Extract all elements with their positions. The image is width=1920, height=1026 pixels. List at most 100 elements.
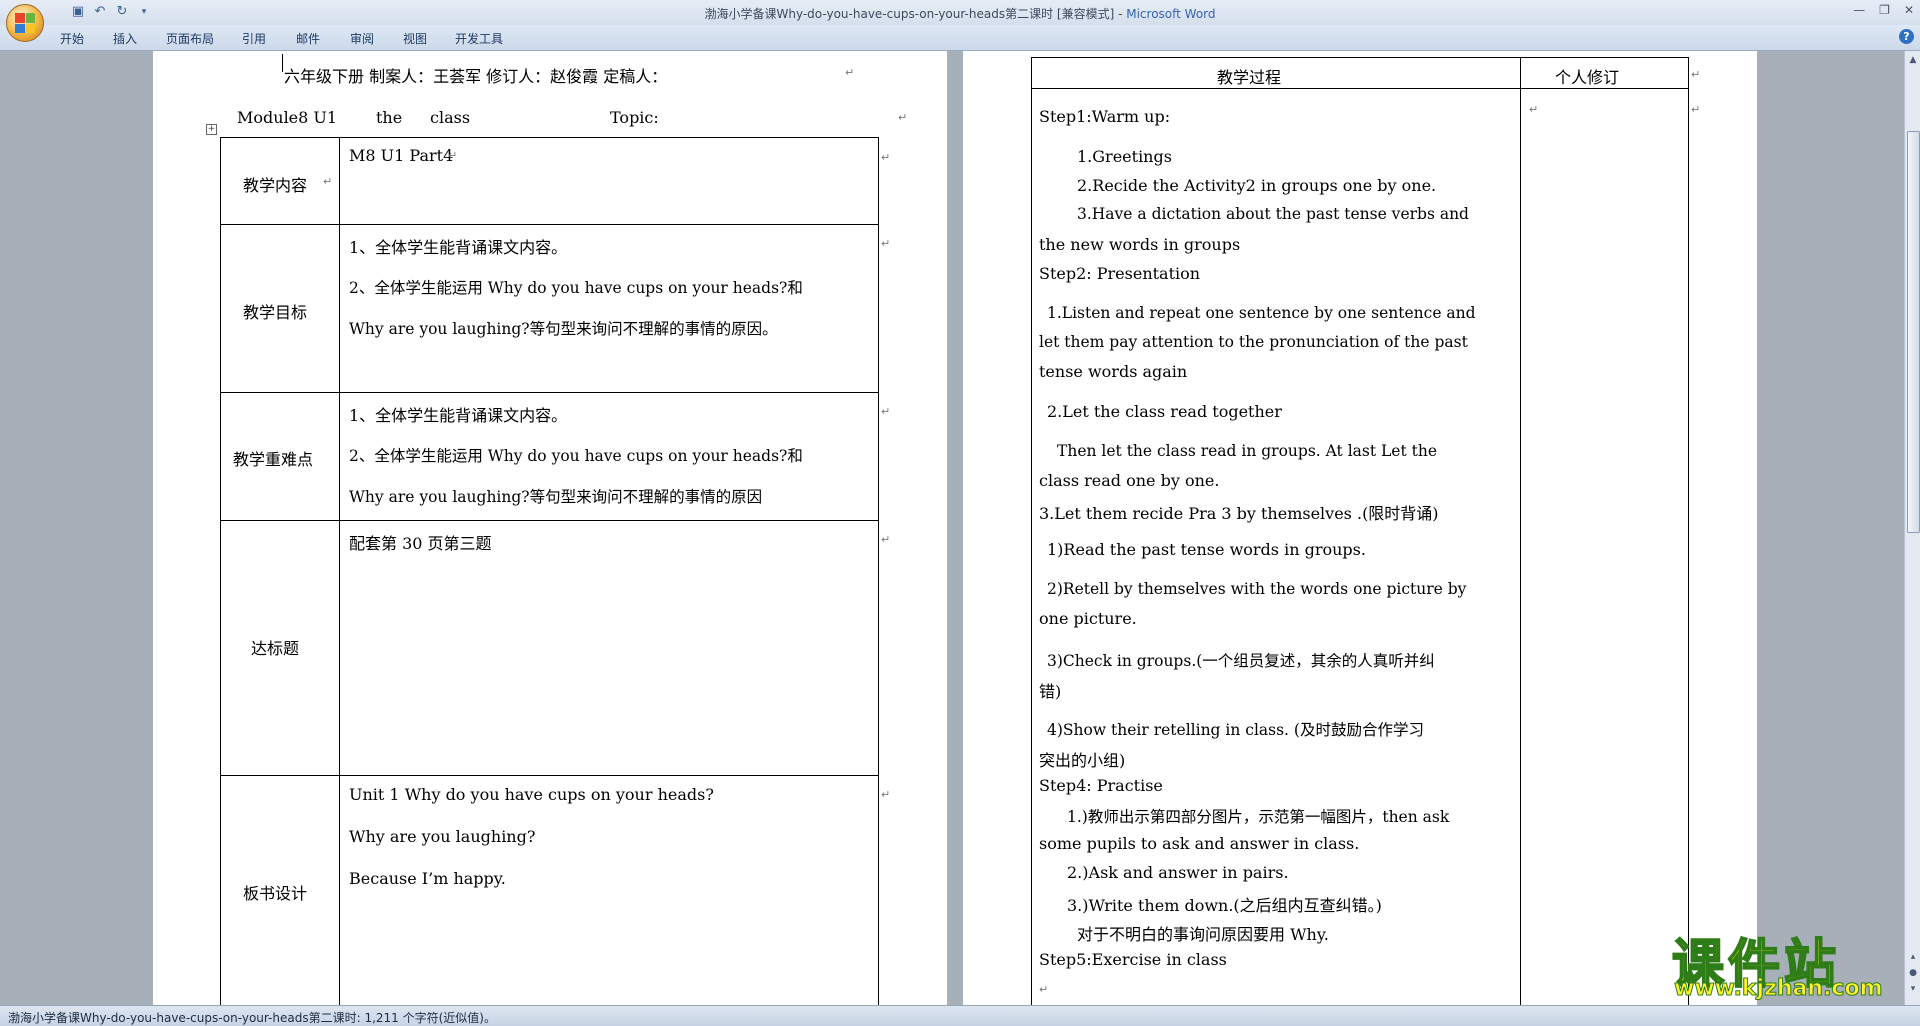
page-left[interactable]: 六年级下册 制案人：王荟军 修订人：赵俊霞 定稿人： ↵ Module8 U1 … — [153, 51, 947, 1005]
process-line: Step1:Warm up: — [1039, 107, 1171, 126]
tab-page-layout[interactable]: 页面布局 — [166, 30, 214, 47]
row-mark: ↵ — [881, 237, 891, 250]
process-line: 对于不明白的事询问原因要用 Why. — [1077, 925, 1329, 944]
row-label: 教学目标 — [243, 303, 308, 322]
undo-icon[interactable]: ↶ — [92, 4, 108, 20]
row-content-line: 2、全体学生能运用 Why do you have cups on your h… — [349, 279, 803, 297]
window-title: 渤海小学备课Why-do-you-have-cups-on-your-heads… — [0, 5, 1920, 22]
row-content-line: 1、全体学生能背诵课文内容。 — [349, 406, 568, 425]
scroll-up-icon[interactable]: ▲ — [1907, 54, 1919, 66]
row-label: 达标题 — [251, 639, 300, 658]
module-class: class — [430, 108, 471, 127]
redo-icon[interactable]: ↻ — [114, 4, 130, 20]
tab-home[interactable]: 开始 — [60, 30, 84, 47]
row-label: 教学重难点 — [233, 450, 314, 469]
process-line: 错) — [1039, 682, 1062, 701]
status-text: 渤海小学备课Why-do-you-have-cups-on-your-heads… — [8, 1011, 496, 1025]
process-line: 1.Greetings — [1077, 147, 1172, 166]
process-line: Step4: Practise — [1039, 776, 1163, 795]
paragraph-mark: ↵ — [1039, 983, 1049, 996]
row-content-line: Because I’m happy. — [349, 869, 506, 888]
process-line: 突出的小组) — [1039, 751, 1126, 770]
paragraph-mark: ↵ — [898, 111, 908, 124]
row-label: 教学内容 — [243, 176, 308, 195]
tab-review[interactable]: 审阅 — [350, 30, 374, 47]
row-content-line: 2、全体学生能运用 Why do you have cups on your h… — [349, 447, 803, 465]
tab-insert[interactable]: 插入 — [113, 30, 137, 47]
window-controls: — ❐ ✕ — [1853, 3, 1914, 17]
document-area[interactable]: 六年级下册 制案人：王荟军 修订人：赵俊霞 定稿人： ↵ Module8 U1 … — [0, 51, 1904, 1005]
row-content-line: Why are you laughing? — [349, 827, 536, 846]
tab-developer[interactable]: 开发工具 — [455, 30, 503, 47]
title-bar: 渤海小学备课Why-do-you-have-cups-on-your-heads… — [0, 0, 1920, 26]
process-line: 3.Let them recide Pra 3 by themselves .(… — [1039, 504, 1439, 523]
process-line: 2.Recide the Activity2 in groups one by … — [1077, 176, 1437, 195]
tab-view[interactable]: 视图 — [403, 30, 427, 47]
row-mark: ↵ — [881, 533, 891, 546]
process-line: 1.Listen and repeat one sentence by one … — [1047, 304, 1476, 322]
save-icon[interactable]: ▣ — [70, 4, 86, 20]
maximize-icon[interactable]: ❐ — [1879, 3, 1890, 17]
scroll-thumb[interactable] — [1907, 131, 1920, 533]
row-content-line: 配套第 30 页第三题 — [349, 534, 492, 553]
row-content-line: M8 U1 Part4 — [349, 146, 454, 165]
process-line: 2.)Ask and answer in pairs. — [1067, 863, 1289, 882]
watermark-url: www.kjzhan.com — [1674, 976, 1884, 1002]
title-separator: - — [1114, 7, 1127, 21]
process-line: 2)Retell by themselves with the words on… — [1047, 580, 1467, 598]
row-mark: ↵ — [881, 151, 891, 164]
office-button[interactable] — [6, 4, 44, 42]
row-mark: ↵ — [1691, 68, 1701, 81]
process-line: let them pay attention to the pronunciat… — [1039, 333, 1468, 351]
row-content-line: 1、全体学生能背诵课文内容。 — [349, 238, 568, 257]
process-line: 3)Check in groups.(一个组员复述，其余的人真听并纠 — [1047, 652, 1435, 670]
module-name: Module8 U1 — [237, 108, 338, 127]
page-right[interactable]: 教学过程 个人修订 ↵ ↵ ↵ Step1:Warm up: 1.Greetin… — [963, 51, 1757, 1005]
vertical-scrollbar[interactable]: ▲ ▴ ● ▾ — [1904, 51, 1920, 1005]
row-content-line: Why are you laughing?等句型来询问不理解的事情的原因 — [349, 488, 763, 506]
process-line: 3.Have a dictation about the past tense … — [1077, 205, 1469, 223]
row-mark: ↵ — [881, 788, 891, 801]
topic-label: Topic: — [610, 108, 659, 127]
process-line: 4)Show their retelling in class. (及时鼓励合作… — [1047, 721, 1424, 739]
paragraph-mark: ↵ — [845, 66, 855, 79]
customize-qat-icon[interactable]: ▾ — [136, 4, 152, 20]
process-line: the new words in groups — [1039, 235, 1241, 254]
quick-access-toolbar: ▣ ↶ ↻ ▾ — [50, 4, 152, 20]
process-line: 1)Read the past tense words in groups. — [1047, 540, 1366, 559]
module-the: the — [376, 108, 403, 127]
header-line: 六年级下册 制案人：王荟军 修订人：赵俊霞 定稿人： — [284, 67, 668, 86]
minimize-icon[interactable]: — — [1853, 3, 1865, 17]
cell-mark: ↵ — [1529, 103, 1539, 116]
help-icon[interactable]: ? — [1899, 29, 1914, 44]
cell-mark: ↵ — [323, 175, 333, 188]
cell-mark: ↵ — [448, 149, 458, 162]
row-content-line: Why are you laughing?等句型来询问不理解的事情的原因。 — [349, 320, 778, 338]
process-line: class read one by one. — [1039, 471, 1220, 490]
text-cursor — [282, 54, 283, 72]
status-bar: 渤海小学备课Why-do-you-have-cups-on-your-heads… — [0, 1005, 1920, 1026]
process-line: Step2: Presentation — [1039, 264, 1201, 283]
watermark-logo: 课件站 www.kjzhan.com — [1662, 922, 1916, 1002]
process-line: 1.)教师出示第四部分图片，示范第一幅图片，then ask — [1067, 808, 1450, 826]
row-label: 板书设计 — [243, 884, 308, 903]
office-logo-icon — [15, 13, 35, 33]
process-line: tense words again — [1039, 362, 1188, 381]
process-line: Then let the class read in groups. At la… — [1057, 442, 1438, 460]
process-line: Step5:Exercise in class — [1039, 950, 1227, 969]
document-title: 渤海小学备课Why-do-you-have-cups-on-your-heads… — [704, 7, 1115, 21]
header-personal-revision: 个人修订 — [1555, 68, 1620, 87]
app-name: Microsoft Word — [1126, 7, 1216, 21]
row-content-line: Unit 1 Why do you have cups on your head… — [349, 785, 714, 804]
header-teaching-process: 教学过程 — [1217, 68, 1282, 87]
process-line: some pupils to ask and answer in class. — [1039, 834, 1360, 853]
process-line: one picture. — [1039, 609, 1137, 628]
ribbon-tabs: 开始 插入 页面布局 引用 邮件 审阅 视图 开发工具 ? — [0, 25, 1920, 51]
table-move-handle-icon[interactable]: + — [206, 124, 217, 135]
close-icon[interactable]: ✕ — [1904, 3, 1914, 17]
process-line: 2.Let the class read together — [1047, 402, 1282, 421]
row-mark: ↵ — [881, 405, 891, 418]
process-line: 3.)Write them down.(之后组内互查纠错。) — [1067, 896, 1382, 915]
tab-mailings[interactable]: 邮件 — [296, 30, 320, 47]
tab-references[interactable]: 引用 — [242, 30, 266, 47]
